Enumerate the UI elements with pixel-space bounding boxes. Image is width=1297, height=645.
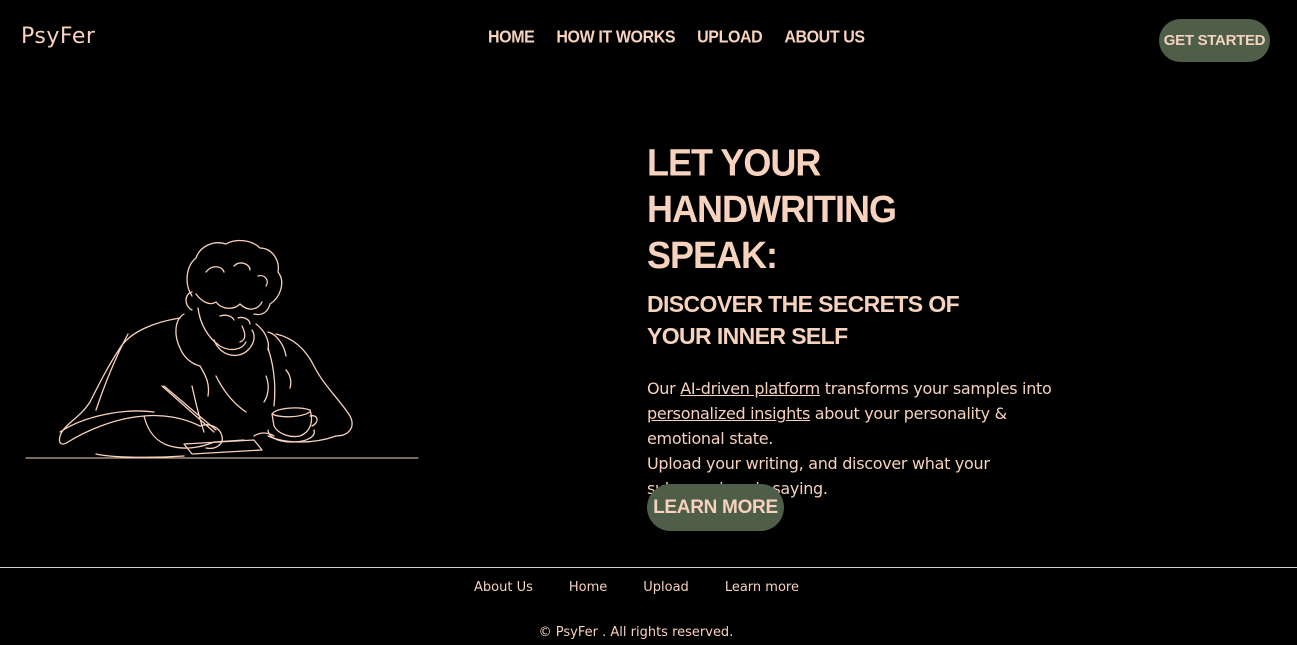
desc-text-2: transforms your samples into bbox=[819, 379, 1052, 398]
learn-more-button[interactable]: LEARN MORE bbox=[647, 484, 784, 531]
hero-subtitle: DISCOVER THE SECRETS OF YOUR INNER SELF bbox=[647, 291, 960, 349]
hero-section: LET YOUR HANDWRITING SPEAK: DISCOVER THE… bbox=[647, 140, 1067, 501]
ai-platform-link[interactable]: AI-driven platform bbox=[680, 379, 820, 398]
get-started-button[interactable]: GET STARTED bbox=[1159, 19, 1270, 62]
footer-link-learn-more[interactable]: Learn more bbox=[725, 580, 799, 595]
footer-link-upload[interactable]: Upload bbox=[643, 580, 689, 595]
personalized-insights-link[interactable]: personalized insights bbox=[647, 404, 810, 423]
footer-link-about-us[interactable]: About Us bbox=[474, 580, 533, 595]
nav-how-it-works[interactable]: HOW IT WORKS bbox=[556, 28, 675, 47]
main-nav: HOME HOW IT WORKS UPLOAD ABOUT US bbox=[488, 28, 865, 47]
nav-about-us[interactable]: ABOUT US bbox=[784, 28, 865, 47]
footer-divider bbox=[0, 567, 1297, 568]
person-writing-line-art-icon bbox=[25, 239, 419, 459]
hero-description: Our AI-driven platform transforms your s… bbox=[647, 376, 1057, 501]
logo[interactable]: PsyFer bbox=[21, 24, 95, 49]
footer-link-home[interactable]: Home bbox=[569, 580, 607, 595]
desc-text-1: Our bbox=[647, 379, 681, 398]
copyright: © PsyFer . All rights reserved. bbox=[538, 625, 734, 640]
nav-home[interactable]: HOME bbox=[488, 28, 535, 47]
hero-title: LET YOUR HANDWRITING SPEAK: bbox=[647, 141, 897, 277]
footer-nav: About Us Home Upload Learn more bbox=[474, 580, 799, 595]
nav-upload[interactable]: UPLOAD bbox=[697, 28, 763, 47]
